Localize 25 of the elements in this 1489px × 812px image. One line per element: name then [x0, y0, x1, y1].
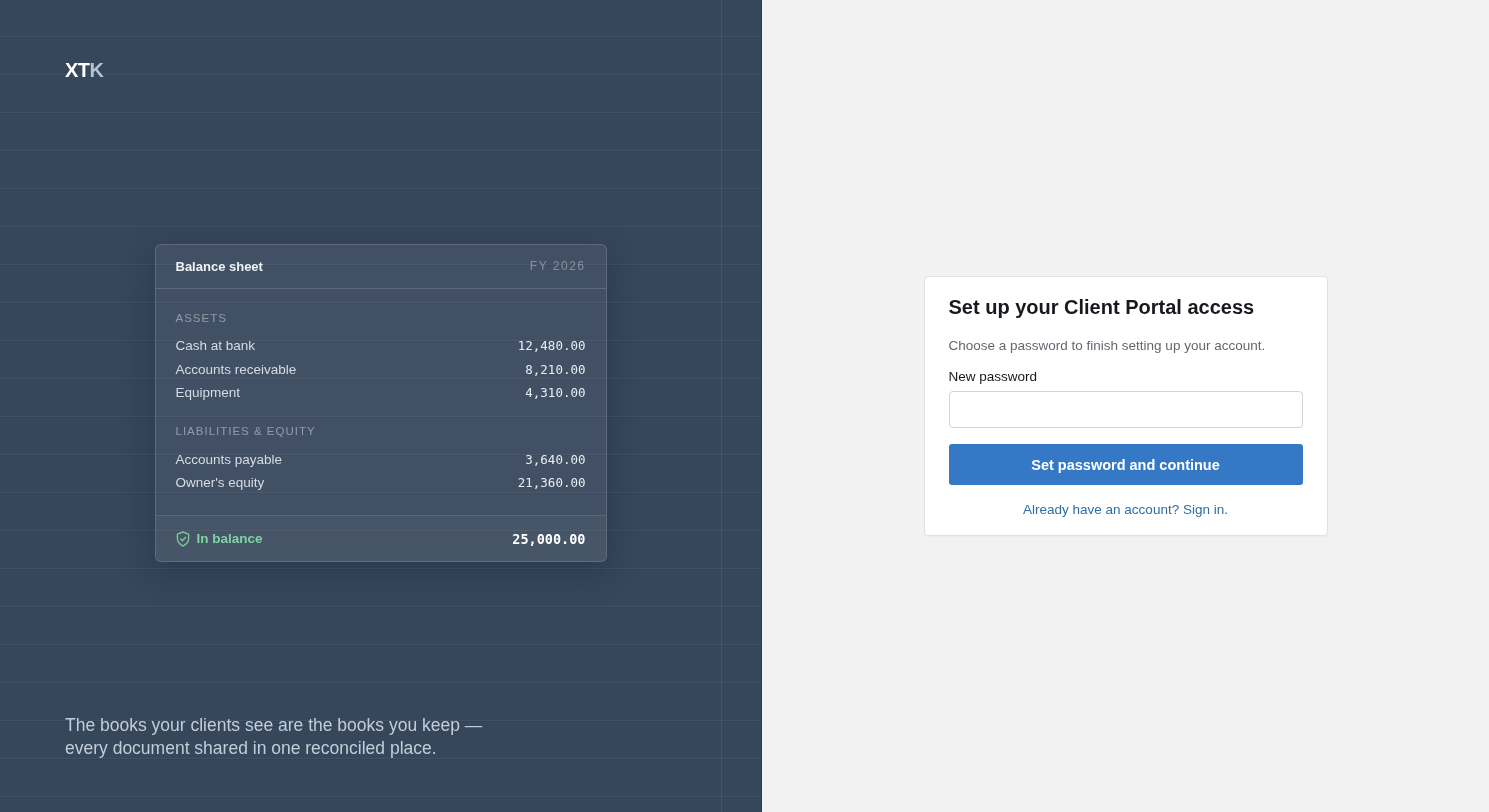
logo: XTK [65, 58, 104, 82]
status-label: In balance [196, 531, 263, 547]
row-label: Equipment [175, 385, 241, 400]
tagline: The books your clients see are the books you keep — every document shared in one reconciled place. [65, 714, 484, 760]
shield-check-icon [175, 530, 190, 547]
row-amount: 4,310.00 [525, 385, 586, 400]
row-amount: 8,210.00 [525, 361, 586, 377]
row-label: Cash at bank [175, 338, 256, 353]
period-label: FY 2026 [529, 259, 586, 274]
section-heading: LIABILITIES & EQUITY [175, 424, 317, 440]
row-amount: 21,360.00 [517, 475, 586, 490]
form-subtitle: Choose a password to finish setting up your account. [948, 337, 1267, 355]
sign-in-link[interactable]: Already have an account? Sign in. [1023, 501, 1228, 519]
form-title: Set up your Client Portal access [948, 295, 1256, 320]
row-label: Owner's equity [175, 475, 265, 490]
total-amount: 25,000.00 [512, 530, 586, 547]
row-amount: 12,480.00 [517, 338, 586, 353]
row-amount: 3,640.00 [525, 451, 586, 467]
field-label: New password [948, 368, 1039, 386]
section-heading: ASSETS [175, 310, 228, 326]
row-label: Accounts payable [175, 451, 283, 467]
submit-button[interactable]: Set password and continue [948, 444, 1303, 485]
row-label: Accounts receivable [175, 361, 297, 377]
password-field[interactable] [948, 391, 1303, 428]
card-title: Balance sheet [175, 258, 263, 274]
